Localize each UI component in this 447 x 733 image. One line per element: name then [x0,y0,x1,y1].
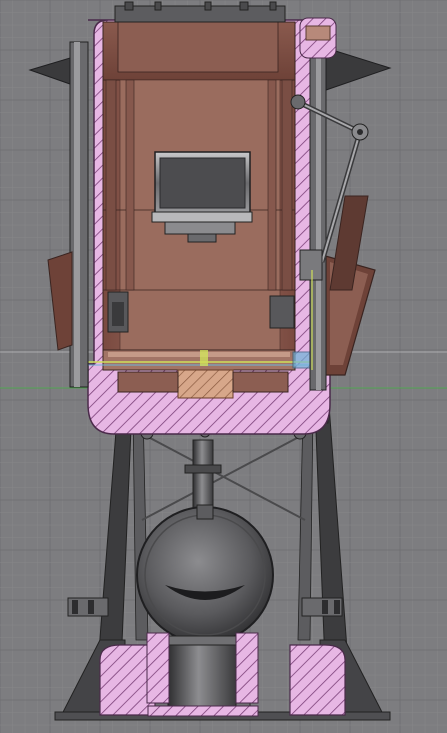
drum[interactable] [136,504,274,644]
cad-canvas[interactable] [0,0,447,733]
left-wall [28,41,89,388]
cad-viewport[interactable] [0,0,447,733]
chute[interactable] [321,195,376,376]
lower-outlet [99,632,346,717]
